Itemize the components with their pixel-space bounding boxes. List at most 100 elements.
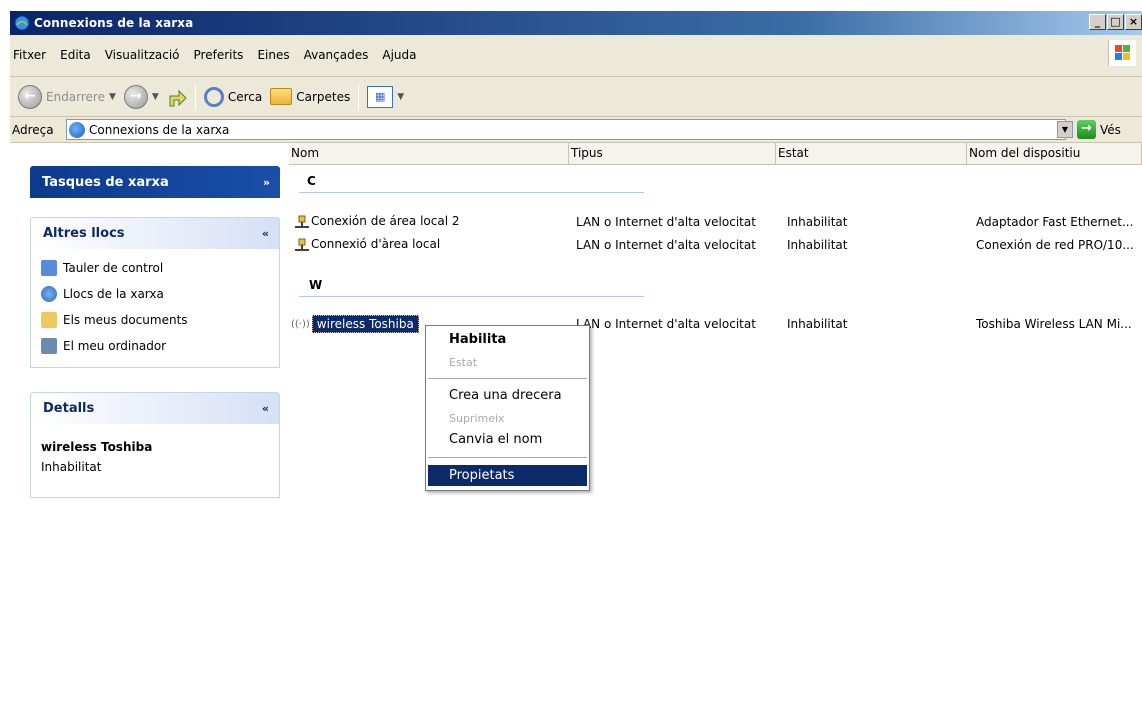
network-connections-icon	[14, 15, 30, 31]
go-button[interactable]: → Vés	[1077, 120, 1121, 139]
address-field[interactable]: Connexions de la xarxa	[66, 119, 1066, 140]
details-item-name: wireless Toshiba	[41, 440, 153, 454]
connection-type: LAN o Internet d'alta velocitat	[576, 215, 756, 229]
up-folder-icon	[167, 86, 187, 108]
menu-advanced[interactable]: Avançades	[295, 48, 374, 62]
search-icon	[203, 86, 224, 107]
folder-icon	[270, 88, 293, 105]
network-places-link[interactable]: Llocs de la xarxa	[41, 281, 269, 307]
my-computer-link[interactable]: El meu ordinador	[41, 333, 269, 359]
back-button[interactable]: ← Endarrere ▼	[14, 83, 120, 111]
menu-edit[interactable]: Edita	[51, 48, 96, 62]
windows-logo-icon	[1108, 40, 1136, 66]
menu-favorites[interactable]: Preferits	[185, 48, 249, 62]
connection-device: Conexión de red PRO/10...	[976, 238, 1134, 252]
task-pane: Tasques de xarxa » Altres llocs « Tauler…	[10, 143, 288, 713]
menu-view[interactable]: Visualització	[96, 48, 185, 62]
column-header-type[interactable]: Tipus	[569, 143, 776, 165]
connection-device: Adaptador Fast Ethernet...	[976, 215, 1134, 229]
details-title: Detalls	[43, 401, 95, 416]
menu-bar: Fitxer Edita Visualització Preferits Ein…	[10, 35, 1142, 77]
connection-status: Inhabilitat	[787, 215, 848, 229]
address-bar: Adreça Connexions de la xarxa ▼ → Vés	[10, 117, 1142, 143]
column-header-status[interactable]: Estat	[776, 143, 967, 165]
views-icon: ▦	[367, 85, 394, 108]
other-places-panel: Altres llocs « Tauler de control Llocs d…	[30, 217, 280, 368]
menu-tools[interactable]: Eines	[248, 48, 294, 62]
title-bar: Connexions de la xarxa _ □ ×	[10, 11, 1142, 35]
network-tasks-title: Tasques de xarxa	[42, 174, 169, 190]
connection-name-selected[interactable]: ((·)) wireless Toshiba	[291, 315, 419, 333]
menu-separator	[428, 457, 587, 458]
connection-device: Toshiba Wireless LAN Mi...	[976, 317, 1132, 331]
other-places-title: Altres llocs	[43, 226, 125, 241]
my-computer-icon	[41, 338, 57, 354]
column-header-name[interactable]: Nom	[289, 143, 569, 165]
network-icon	[69, 121, 85, 138]
lan-connection-icon	[295, 238, 309, 251]
toolbar-separator	[358, 83, 360, 110]
chevron-down-icon[interactable]: ▼	[109, 92, 116, 102]
window-title: Connexions de la xarxa	[34, 16, 194, 30]
menu-separator	[428, 378, 587, 379]
close-button[interactable]: ×	[1125, 14, 1142, 30]
group-divider	[299, 192, 644, 193]
toolbar: ← Endarrere ▼ → ▼ Cerca Carpetes ▦ ▼	[10, 77, 1142, 117]
group-divider	[299, 296, 644, 297]
address-dropdown-button[interactable]: ▼	[1057, 121, 1073, 138]
wireless-icon: ((·))	[291, 318, 310, 330]
maximize-button[interactable]: □	[1107, 14, 1124, 30]
menu-item-properties[interactable]: Propietats	[449, 468, 514, 483]
network-tasks-panel: Tasques de xarxa »	[30, 166, 280, 198]
collapse-icon[interactable]: «	[262, 227, 269, 240]
connection-name[interactable]: Connexió d'àrea local	[294, 237, 440, 252]
column-header-device[interactable]: Nom del dispositiu	[967, 143, 1142, 165]
chevron-down-icon[interactable]: ▼	[152, 92, 159, 102]
up-folder-button[interactable]	[163, 83, 191, 111]
folders-button[interactable]: Carpetes	[266, 83, 354, 111]
folders-label: Carpetes	[296, 89, 351, 104]
back-arrow-icon: ←	[18, 84, 42, 109]
menu-help[interactable]: Ajuda	[373, 48, 421, 62]
network-places-icon	[41, 286, 57, 302]
search-label: Cerca	[227, 89, 263, 104]
file-list-view: Nom Tipus Estat Nom del dispositiu C Con…	[289, 143, 1142, 713]
connection-label: Conexión de área local 2	[311, 214, 460, 228]
lan-connection-icon	[295, 215, 309, 228]
menu-item-status: Estat	[449, 356, 478, 369]
details-body: wireless Toshiba Inhabilitat	[30, 424, 280, 498]
my-documents-icon	[41, 312, 57, 328]
expand-icon[interactable]: »	[263, 176, 270, 189]
group-header-w: W	[309, 278, 323, 292]
details-header[interactable]: Detalls «	[30, 392, 280, 424]
minimize-button[interactable]: _	[1089, 14, 1106, 30]
toolbar-separator	[194, 83, 196, 110]
views-button[interactable]: ▦ ▼	[363, 83, 408, 111]
context-menu: Habilita Estat Crea una drecera Suprimei…	[425, 325, 590, 491]
control-panel-link[interactable]: Tauler de control	[41, 255, 269, 281]
collapse-icon[interactable]: «	[262, 402, 269, 415]
connection-type: LAN o Internet d'alta velocitat	[576, 317, 756, 331]
other-places-header[interactable]: Altres llocs «	[30, 217, 280, 249]
go-label: Vés	[1100, 122, 1121, 137]
connection-label: wireless Toshiba	[311, 315, 419, 333]
address-label: Adreça	[12, 122, 54, 137]
forward-button[interactable]: → ▼	[120, 83, 163, 111]
network-tasks-header[interactable]: Tasques de xarxa »	[30, 166, 280, 198]
menu-file[interactable]: Fitxer	[10, 48, 51, 62]
menu-item-rename[interactable]: Canvia el nom	[449, 432, 542, 447]
chevron-down-icon[interactable]: ▼	[397, 92, 404, 102]
details-panel: Detalls « wireless Toshiba Inhabilitat	[30, 392, 280, 498]
search-button[interactable]: Cerca	[200, 83, 266, 111]
address-value: Connexions de la xarxa	[89, 122, 230, 137]
control-panel-icon	[41, 260, 57, 276]
connection-status: Inhabilitat	[787, 238, 848, 252]
my-documents-link[interactable]: Els meus documents	[41, 307, 269, 333]
forward-arrow-icon: →	[123, 84, 148, 109]
menu-item-delete: Suprimeix	[449, 412, 505, 425]
menu-item-enable[interactable]: Habilita	[449, 332, 506, 347]
connection-name[interactable]: Conexión de área local 2	[294, 214, 460, 229]
menu-item-create-shortcut[interactable]: Crea una drecera	[449, 388, 562, 403]
network-places-label: Llocs de la xarxa	[63, 287, 164, 301]
control-panel-label: Tauler de control	[63, 261, 164, 275]
